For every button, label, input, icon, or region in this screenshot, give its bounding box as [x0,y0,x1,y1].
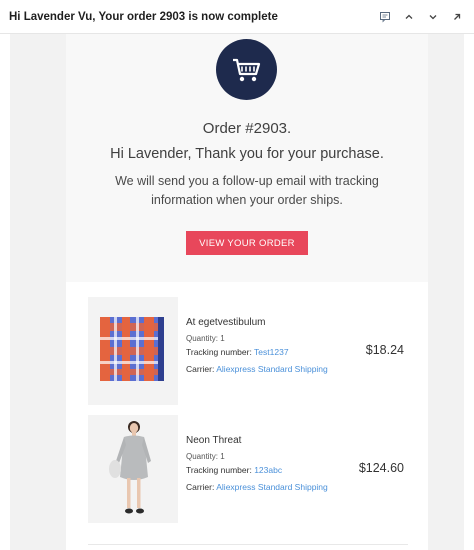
item-name: Neon Threat [186,435,242,446]
tracking-number-link[interactable]: Test1237 [254,347,289,357]
item-price: $18.24 [365,343,404,357]
shopping-cart-icon [216,39,277,100]
arrow-up-right-icon[interactable] [448,8,466,26]
email-subject: Hi Lavender Vu, Your order 2903 is now c… [9,10,278,23]
tracking-number-link[interactable]: 123abc [254,465,282,475]
email-header-bar: Hi Lavender Vu, Your order 2903 is now c… [0,0,474,34]
header-actions [376,8,466,26]
message-icon[interactable] [376,8,394,26]
item-tracking: Tracking number: Test1237 [186,346,336,360]
order-item: Neon Threat Quantity: 1 Tracking number:… [88,415,408,523]
item-details: At egetvestibulum Quantity: 1 Tracking n… [186,297,336,376]
item-price: $124.60 [358,461,404,475]
item-quantity: Quantity: 1 [186,452,225,461]
divider [88,544,408,545]
carrier-link[interactable]: Aliexpress Standard Shipping [216,364,328,374]
chevron-up-icon[interactable] [400,8,418,26]
chevron-down-icon[interactable] [424,8,442,26]
order-item: At egetvestibulum Quantity: 1 Tracking n… [88,297,408,405]
item-carrier: Carrier: Aliexpress Standard Shipping [186,481,336,495]
view-order-button[interactable]: VIEW YOUR ORDER [186,231,308,255]
thank-you-message: Hi Lavender, Thank you for your purchase… [110,146,384,162]
follow-up-message: We will send you a follow-up email with … [115,174,379,207]
item-carrier: Carrier: Aliexpress Standard Shipping [186,363,336,377]
carrier-label: Carrier: [186,363,215,374]
item-quantity: Quantity: 1 [186,334,225,343]
tracking-label: Tracking number: [186,465,252,475]
carrier-label: Carrier: [186,481,215,492]
carrier-link[interactable]: Aliexpress Standard Shipping [216,482,328,492]
order-number: Order #2903. [202,120,292,137]
item-tracking: Tracking number: 123abc [186,464,336,478]
item-details: Neon Threat Quantity: 1 Tracking number:… [186,415,336,494]
item-name: At egetvestibulum [186,317,266,328]
grey-dress-image [88,415,178,523]
plaid-scarf-image [88,297,178,405]
tracking-label: Tracking number: [186,347,252,357]
